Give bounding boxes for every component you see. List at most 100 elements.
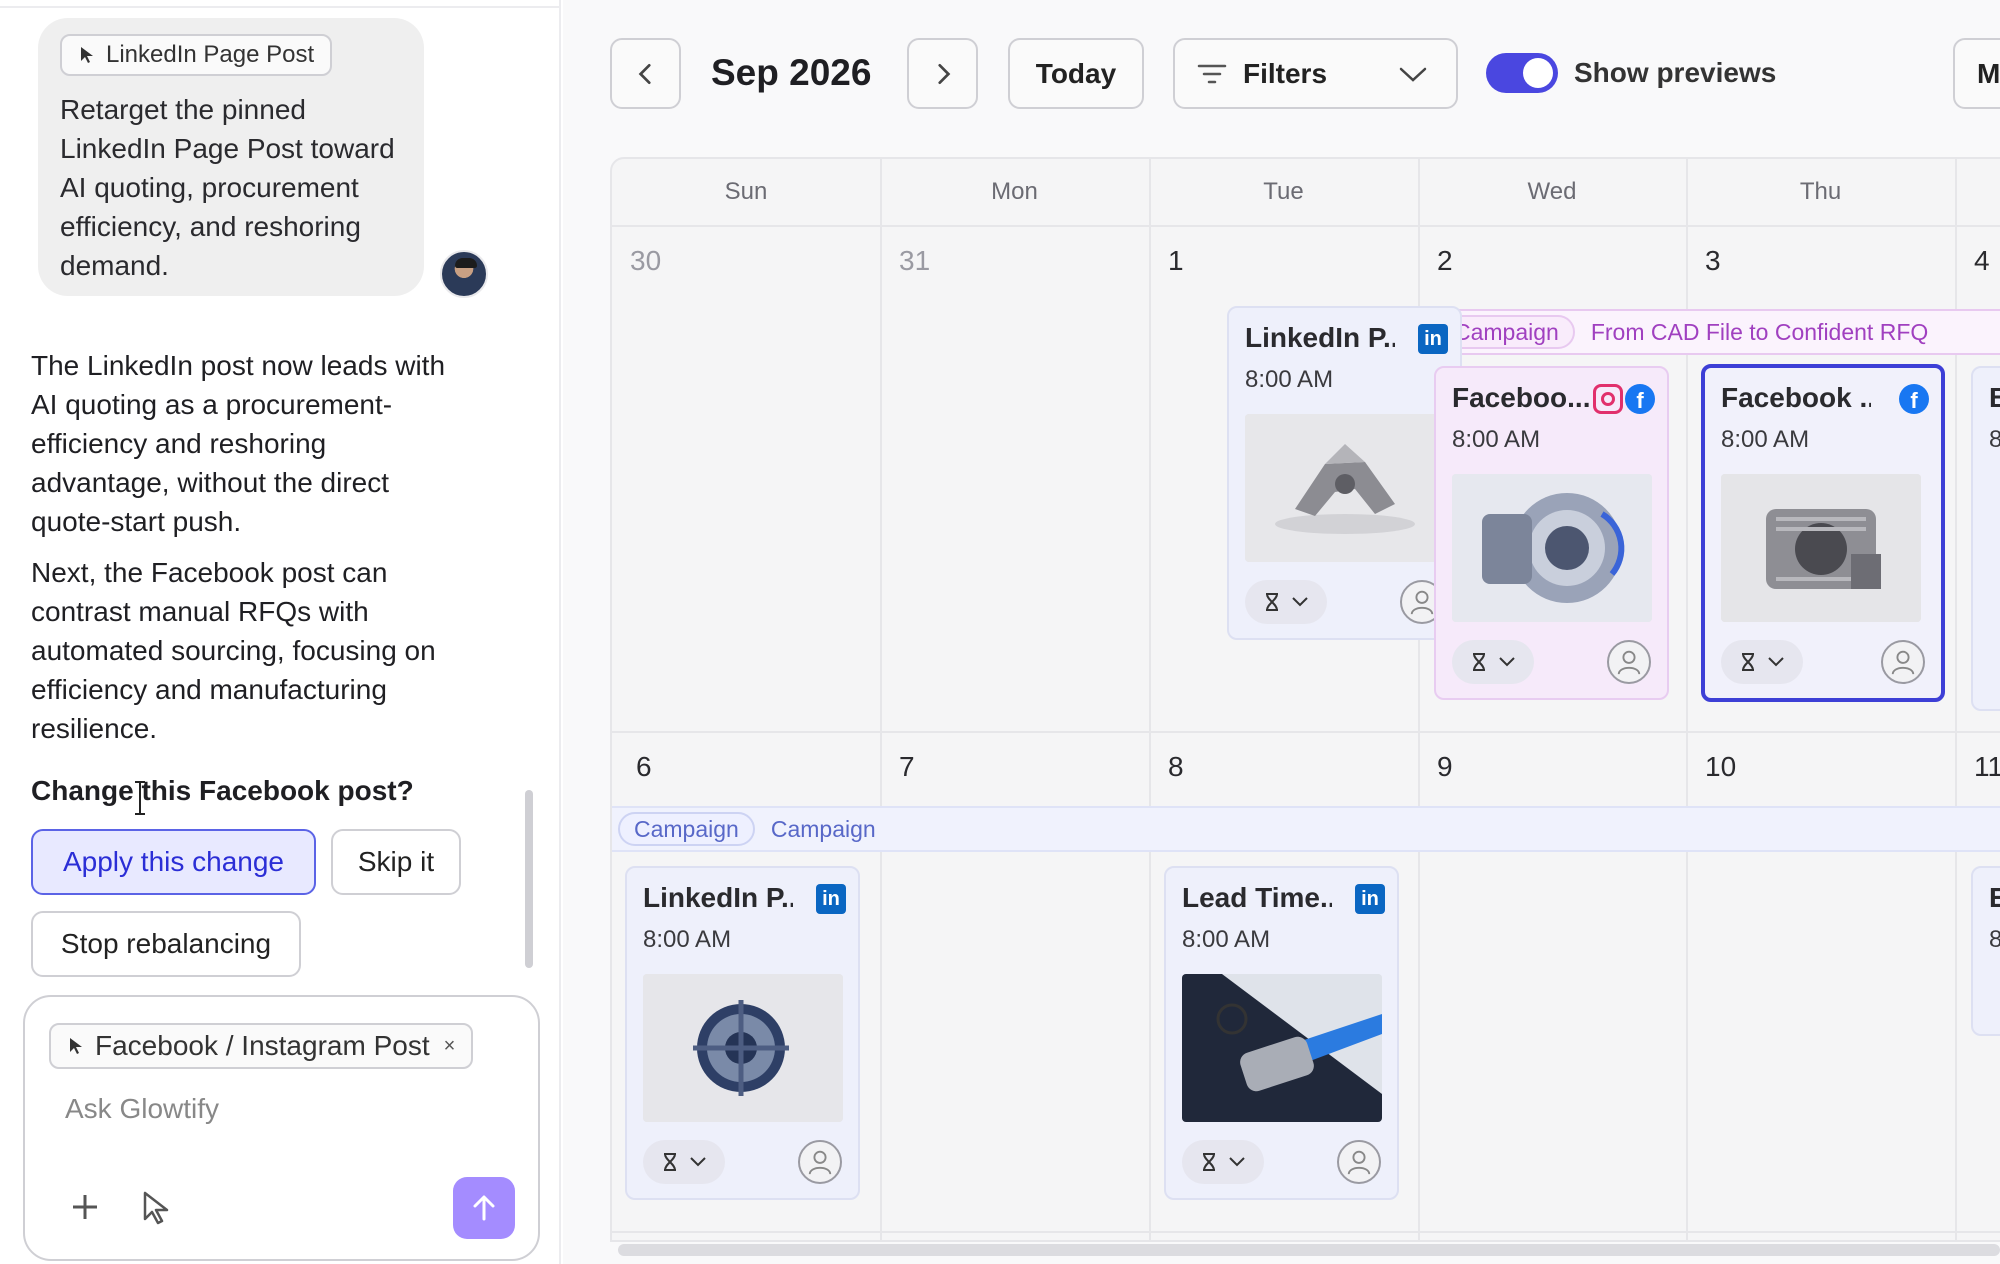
pointer-icon	[81, 47, 93, 63]
post-title: B	[1989, 382, 2000, 414]
arrow-up-icon	[473, 1195, 495, 1221]
post-card[interactable]: LinkedIn P... in 8:00 AM	[625, 866, 860, 1200]
machined-shaft-image	[1182, 974, 1382, 1122]
day-number[interactable]: 4	[1974, 245, 1990, 277]
user-context-chip[interactable]: LinkedIn Page Post	[60, 34, 333, 76]
engine-part-image	[1721, 474, 1921, 622]
month-label: Sep 2026	[711, 52, 872, 93]
day-number[interactable]: 2	[1437, 245, 1453, 277]
chevron-left-icon	[638, 63, 651, 84]
post-preview-image	[1182, 974, 1382, 1122]
assistant-paragraph: The LinkedIn post now leads with AI quot…	[31, 350, 446, 537]
assignee-button[interactable]	[1881, 640, 1925, 684]
facebook-icon: f	[1899, 384, 1929, 414]
user-message-text: Retarget the pinned LinkedIn Page Post t…	[60, 94, 395, 281]
post-preview-image	[1721, 474, 1921, 622]
day-number[interactable]: 3	[1705, 245, 1721, 277]
hourglass-icon	[1742, 653, 1754, 671]
day-number[interactable]: 11	[1974, 751, 2000, 783]
day-number[interactable]: 30	[630, 245, 661, 277]
person-icon	[1347, 1150, 1371, 1175]
show-previews-label: Show previews	[1574, 57, 1777, 88]
grid-line	[612, 225, 2000, 227]
chevron-down-icon	[1768, 657, 1784, 667]
post-card[interactable]: LinkedIn P... in 8:00 AM	[1227, 306, 1462, 640]
post-platforms: in	[1355, 884, 1385, 914]
text-cursor-icon	[135, 781, 145, 815]
post-title: Faceboo...	[1452, 382, 1591, 413]
linkedin-icon: in	[1355, 884, 1385, 914]
pointer-icon	[70, 1038, 82, 1054]
person-icon	[1617, 650, 1641, 675]
status-dropdown[interactable]	[1452, 640, 1534, 684]
hourglass-icon	[1266, 593, 1278, 611]
post-title: LinkedIn P...	[1245, 322, 1395, 353]
app-root: { "chat": { "user_message": { "context_c…	[0, 0, 2000, 1264]
chat-input[interactable]	[65, 1089, 505, 1129]
post-title: Lead Time...	[1182, 882, 1332, 913]
status-dropdown[interactable]	[643, 1140, 725, 1184]
assignee-button[interactable]	[798, 1140, 842, 1184]
chevron-right-icon	[937, 63, 950, 84]
assignee-button[interactable]	[1337, 1140, 1381, 1184]
previous-month-button[interactable]	[610, 38, 681, 109]
post-title: E	[1989, 882, 2000, 914]
calendar-panel: Sep 2026 Today Filters Show previews M S…	[563, 0, 2000, 1264]
post-card-selected[interactable]: Facebook ... f 8:00 AM	[1701, 364, 1945, 702]
grid-line	[880, 159, 882, 1240]
chevron-down-icon	[690, 1157, 706, 1167]
campaign-bar[interactable]: Campaign Campaign	[612, 806, 2000, 852]
assistant-paragraph: Next, the Facebook post can contrast man…	[31, 557, 436, 744]
instagram-icon	[1593, 384, 1623, 414]
post-card[interactable]: E 8	[1971, 866, 2000, 1036]
status-dropdown[interactable]	[1182, 1140, 1264, 1184]
apply-change-button[interactable]: Apply this change	[31, 829, 316, 895]
send-button[interactable]	[453, 1177, 515, 1239]
user-message-bubble: LinkedIn Page Post Retarget the pinned L…	[38, 18, 424, 296]
chip-remove-icon[interactable]: ×	[444, 1035, 456, 1058]
post-card[interactable]: Faceboo... f 8:00 AM	[1434, 366, 1669, 700]
post-title: LinkedIn P...	[643, 882, 793, 913]
chat-scrollbar[interactable]	[525, 790, 533, 968]
post-title: Facebook ...	[1721, 382, 1871, 413]
day-number[interactable]: 10	[1705, 751, 1736, 783]
day-number[interactable]: 9	[1437, 751, 1453, 783]
day-number[interactable]: 31	[899, 245, 930, 277]
composer-context-chip[interactable]: Facebook / Instagram Post ×	[49, 1023, 474, 1069]
skip-button[interactable]: Skip it	[331, 829, 461, 895]
post-footer	[1182, 1140, 1381, 1184]
composer-context-chip-label: Facebook / Instagram Post	[95, 1030, 430, 1061]
next-month-button[interactable]	[907, 38, 978, 109]
view-mode-button[interactable]: M	[1953, 38, 2000, 109]
day-number[interactable]: 7	[899, 751, 915, 783]
campaign-name: From CAD File to Confident RFQ	[1590, 318, 1929, 345]
filters-label: Filters	[1243, 57, 1328, 89]
day-number[interactable]: 6	[636, 751, 652, 783]
weekday-header: Thu	[1799, 178, 1842, 205]
hourglass-icon	[1203, 1153, 1215, 1171]
post-preview-image	[1245, 414, 1445, 562]
show-previews-toggle[interactable]	[1486, 53, 1558, 93]
status-dropdown[interactable]	[1245, 580, 1327, 624]
stop-rebalancing-button[interactable]: Stop rebalancing	[31, 911, 301, 977]
post-footer	[643, 1140, 842, 1184]
status-dropdown[interactable]	[1721, 640, 1803, 684]
post-card[interactable]: B 8	[1971, 366, 2000, 711]
add-attachment-icon[interactable]	[65, 1187, 105, 1227]
weekday-header: Sun	[724, 178, 768, 205]
select-element-icon[interactable]	[137, 1187, 177, 1227]
assignee-button[interactable]	[1607, 640, 1651, 684]
linkedin-icon: in	[816, 884, 846, 914]
grid-line	[612, 1231, 2000, 1233]
post-platforms: in	[816, 884, 846, 914]
calendar-horizontal-scrollbar[interactable]	[618, 1244, 2000, 1256]
hourglass-icon	[1473, 653, 1485, 671]
filters-dropdown[interactable]: Filters	[1173, 38, 1458, 109]
post-card[interactable]: Lead Time... in 8:00 AM	[1164, 866, 1399, 1200]
day-number[interactable]: 1	[1168, 245, 1184, 277]
campaign-bar[interactable]: Campaign From CAD File to Confident RFQ	[1430, 309, 2000, 355]
day-number[interactable]: 8	[1168, 751, 1184, 783]
post-footer	[1452, 640, 1651, 684]
today-button[interactable]: Today	[1008, 38, 1144, 109]
filter-icon	[1197, 64, 1227, 83]
